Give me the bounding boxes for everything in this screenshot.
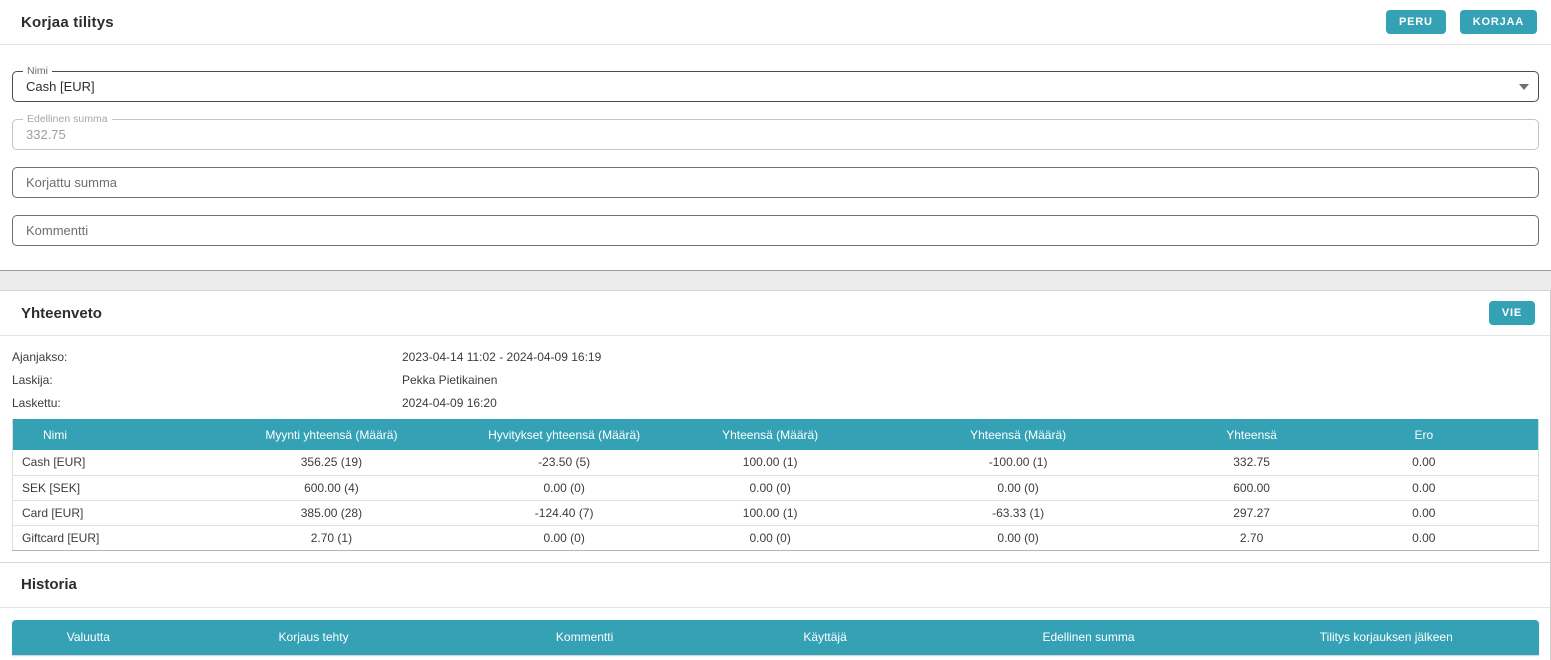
- page-title: Korjaa tilitys: [21, 13, 114, 31]
- summary-header: Yhteenveto VIE: [0, 291, 1550, 336]
- table-cell: 2.70: [1193, 525, 1310, 551]
- table-cell: 356.25 (19): [232, 450, 431, 476]
- edit-form: Nimi Cash [EUR] Edellinen summa: [0, 45, 1551, 246]
- table-cell: 0.00 (0): [430, 525, 698, 551]
- table-cell: 2.70 (1): [232, 525, 431, 551]
- summary-info: Ajanjakso: 2023-04-14 11:02 - 2024-04-09…: [0, 336, 1550, 410]
- table-cell: -23.50 (5): [430, 450, 698, 476]
- period-label: Ajanjakso:: [12, 350, 68, 364]
- summary-title: Yhteenveto: [21, 304, 102, 322]
- table-cell: Card [EUR]: [12, 500, 233, 526]
- column-header: Myynti yhteensä (Määrä): [232, 419, 431, 450]
- column-header: Ero: [1309, 419, 1539, 450]
- table-cell: 0.00 (0): [842, 525, 1194, 551]
- previous-amount-input: [13, 120, 1538, 149]
- dialog-header: Korjaa tilitys PERU KORJAA: [0, 0, 1551, 45]
- comment-input[interactable]: [13, 216, 1538, 245]
- table-cell: 600.00: [1193, 475, 1310, 501]
- name-select[interactable]: Nimi Cash [EUR]: [12, 65, 1539, 102]
- column-header: Hyvitykset yhteensä (Määrä): [430, 419, 698, 450]
- table-cell: 0.00 (0): [697, 525, 843, 551]
- summary-table-head: Nimi Myynti yhteensä (Määrä) Hyvitykset yh…: [12, 419, 1539, 450]
- counter-label: Laskija:: [12, 373, 53, 387]
- table-cell: -100.00 (1): [842, 450, 1194, 476]
- column-header: Edellinen summa: [943, 619, 1234, 655]
- table-cell: 0.00 (0): [842, 475, 1194, 501]
- table-cell: Giftcard [EUR]: [12, 525, 233, 551]
- period-value: 2023-04-14 11:02 - 2024-04-09 16:19: [402, 350, 602, 364]
- column-header: Kommentti: [462, 619, 707, 655]
- history-table: Valuutta Korjaus tehty Kommentti Käyttäjä Ed…: [12, 619, 1539, 655]
- table-cell: -124.40 (7): [430, 500, 698, 526]
- summary-card: Yhteenveto VIE Ajanjakso: 2023-04-14 11:…: [0, 291, 1551, 660]
- column-header: Yhteensä (Määrä): [842, 419, 1194, 450]
- info-row-period: Ajanjakso: 2023-04-14 11:02 - 2024-04-09…: [12, 350, 1550, 364]
- table-cell: 297.27: [1193, 500, 1310, 526]
- counted-at-label: Laskettu:: [12, 396, 61, 410]
- table-cell: -63.33 (1): [842, 500, 1194, 526]
- table-cell: 0.00: [1309, 475, 1539, 501]
- column-header: Tilitys korjauksen jälkeen: [1233, 619, 1539, 655]
- confirm-button[interactable]: KORJAA: [1459, 10, 1537, 34]
- summary-table-body: Cash [EUR] 356.25 (19) -23.50 (5) 100.00 (1…: [12, 450, 1539, 551]
- table-cell: 0.00: [1309, 450, 1539, 476]
- table-cell: 0.00 (0): [697, 475, 843, 501]
- table-cell: 332.75: [1193, 450, 1310, 476]
- previous-amount-label: Edellinen summa: [23, 113, 112, 125]
- column-header: Yhteensä: [1193, 419, 1310, 450]
- column-header: Korjaus tehty: [164, 619, 463, 655]
- summary-table: Nimi Myynti yhteensä (Määrä) Hyvitykset yh…: [12, 419, 1539, 551]
- counter-value: Pekka Pietikainen: [402, 373, 498, 387]
- chevron-down-icon: [1519, 83, 1529, 90]
- history-title: Historia: [21, 576, 77, 593]
- column-header: Valuutta: [12, 619, 165, 655]
- table-cell: 385.00 (28): [232, 500, 431, 526]
- column-header: Käyttäjä: [706, 619, 944, 655]
- export-button[interactable]: VIE: [1488, 301, 1535, 325]
- table-row: SEK [SEK] 600.00 (4) 0.00 (0) 0.00 (0) 0.00 …: [12, 475, 1539, 501]
- summary-table-header-row: Nimi Myynti yhteensä (Määrä) Hyvitykset yh…: [12, 419, 1539, 450]
- history-header: Historia: [0, 563, 1550, 608]
- column-header: Nimi: [12, 419, 233, 450]
- table-cell: 100.00 (1): [697, 500, 843, 526]
- table-row: Cash [EUR] 356.25 (19) -23.50 (5) 100.00 (1…: [12, 450, 1539, 476]
- comment-field: [12, 215, 1539, 246]
- counted-at-value: 2024-04-09 16:20: [402, 396, 497, 410]
- name-select-value: Cash [EUR]: [26, 79, 95, 94]
- table-cell: 0.00 (0): [430, 475, 698, 501]
- table-row: Giftcard [EUR] 2.70 (1) 0.00 (0) 0.00 (0) 0.…: [12, 525, 1539, 551]
- info-row-counted-at: Laskettu: 2024-04-09 16:20: [12, 396, 1550, 410]
- previous-amount-field: Edellinen summa: [12, 113, 1539, 150]
- table-cell: SEK [SEK]: [12, 475, 233, 501]
- section-divider: [0, 270, 1551, 291]
- name-select-label: Nimi: [23, 65, 52, 77]
- table-row: Card [EUR] 385.00 (28) -124.40 (7) 100.00 (…: [12, 500, 1539, 526]
- history-table-head: Valuutta Korjaus tehty Kommentti Käyttäjä Ed…: [12, 619, 1539, 655]
- table-cell: 0.00: [1309, 500, 1539, 526]
- corrected-amount-input[interactable]: [13, 168, 1538, 197]
- info-row-counter: Laskija: Pekka Pietikainen: [12, 373, 1550, 387]
- table-cell: 600.00 (4): [232, 475, 431, 501]
- table-cell: Cash [EUR]: [12, 450, 233, 476]
- table-cell: 0.00: [1309, 525, 1539, 551]
- cancel-button[interactable]: PERU: [1385, 10, 1446, 34]
- column-header: Yhteensä (Määrä): [697, 419, 843, 450]
- table-cell: 100.00 (1): [697, 450, 843, 476]
- history-table-header-row: Valuutta Korjaus tehty Kommentti Käyttäjä Ed…: [12, 619, 1539, 655]
- corrected-amount-field: [12, 167, 1539, 198]
